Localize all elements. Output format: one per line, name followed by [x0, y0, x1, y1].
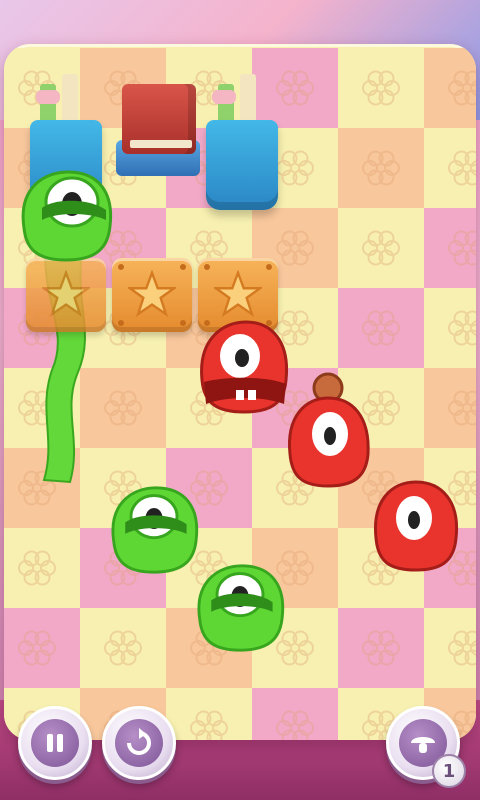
- board-tile[interactable]: [80, 368, 166, 448]
- board-tile[interactable]: [424, 208, 476, 288]
- board-tile[interactable]: [4, 528, 80, 608]
- star-tile[interactable]: [112, 258, 192, 332]
- board-tile[interactable]: [424, 128, 476, 208]
- flower-pattern-icon: [448, 70, 476, 106]
- board-tile[interactable]: [424, 608, 476, 688]
- red-jelly-monster[interactable]: [370, 478, 462, 574]
- flower-pattern-icon: [448, 150, 476, 186]
- flower-pattern-icon: [362, 310, 400, 346]
- flower-pattern-icon: [104, 390, 142, 426]
- green-jelly-monster[interactable]: [190, 562, 290, 654]
- star-icon: [214, 270, 262, 318]
- board-tile[interactable]: [80, 608, 166, 688]
- pause-button[interactable]: [18, 706, 92, 780]
- green-jelly-monster[interactable]: [104, 484, 204, 576]
- flower-pattern-icon: [448, 230, 476, 266]
- eraser-icon: [212, 90, 236, 104]
- flower-pattern-icon: [448, 310, 476, 346]
- flower-pattern-icon: [18, 390, 56, 426]
- flower-pattern-icon: [18, 470, 56, 506]
- restart-button[interactable]: [102, 706, 176, 780]
- board-tile[interactable]: [166, 688, 252, 740]
- red-jelly-boss-monster[interactable]: [196, 318, 292, 416]
- board-tile[interactable]: [252, 688, 338, 740]
- board-tile[interactable]: [424, 288, 476, 368]
- board-tile[interactable]: [338, 208, 424, 288]
- board-tile[interactable]: [338, 608, 424, 688]
- board-tile[interactable]: [338, 48, 424, 128]
- board-tile[interactable]: [424, 48, 476, 128]
- book-pages: [130, 140, 192, 148]
- board-tile[interactable]: [338, 128, 424, 208]
- board-tile[interactable]: [4, 608, 80, 688]
- restart-icon: [127, 728, 151, 755]
- star-tile[interactable]: [26, 258, 106, 332]
- flower-pattern-icon: [104, 630, 142, 666]
- flower-pattern-icon: [362, 630, 400, 666]
- board-tile[interactable]: [252, 48, 338, 128]
- pause-icon: [47, 734, 63, 752]
- mushroom-hint-icon: [411, 737, 435, 753]
- flower-pattern-icon: [362, 150, 400, 186]
- star-icon: [128, 270, 176, 318]
- flower-pattern-icon: [362, 70, 400, 106]
- board-tile[interactable]: [4, 448, 80, 528]
- flower-pattern-icon: [362, 230, 400, 266]
- flower-pattern-icon: [18, 550, 56, 586]
- board-tile[interactable]: [338, 288, 424, 368]
- flower-pattern-icon: [18, 630, 56, 666]
- flower-pattern-icon: [276, 710, 314, 740]
- hint-count-badge: 1: [432, 754, 466, 788]
- red-jelly-monster[interactable]: [284, 372, 374, 490]
- flower-pattern-icon: [276, 70, 314, 106]
- board-tile[interactable]: [4, 368, 80, 448]
- cup-icon: [206, 120, 278, 210]
- eraser-icon: [36, 90, 60, 104]
- star-icon: [42, 270, 90, 318]
- green-jelly-monster[interactable]: [14, 168, 118, 264]
- board-tile[interactable]: [424, 368, 476, 448]
- flower-pattern-icon: [448, 630, 476, 666]
- flower-pattern-icon: [448, 390, 476, 426]
- flower-pattern-icon: [190, 710, 228, 740]
- hint-count-label: 1: [442, 760, 456, 782]
